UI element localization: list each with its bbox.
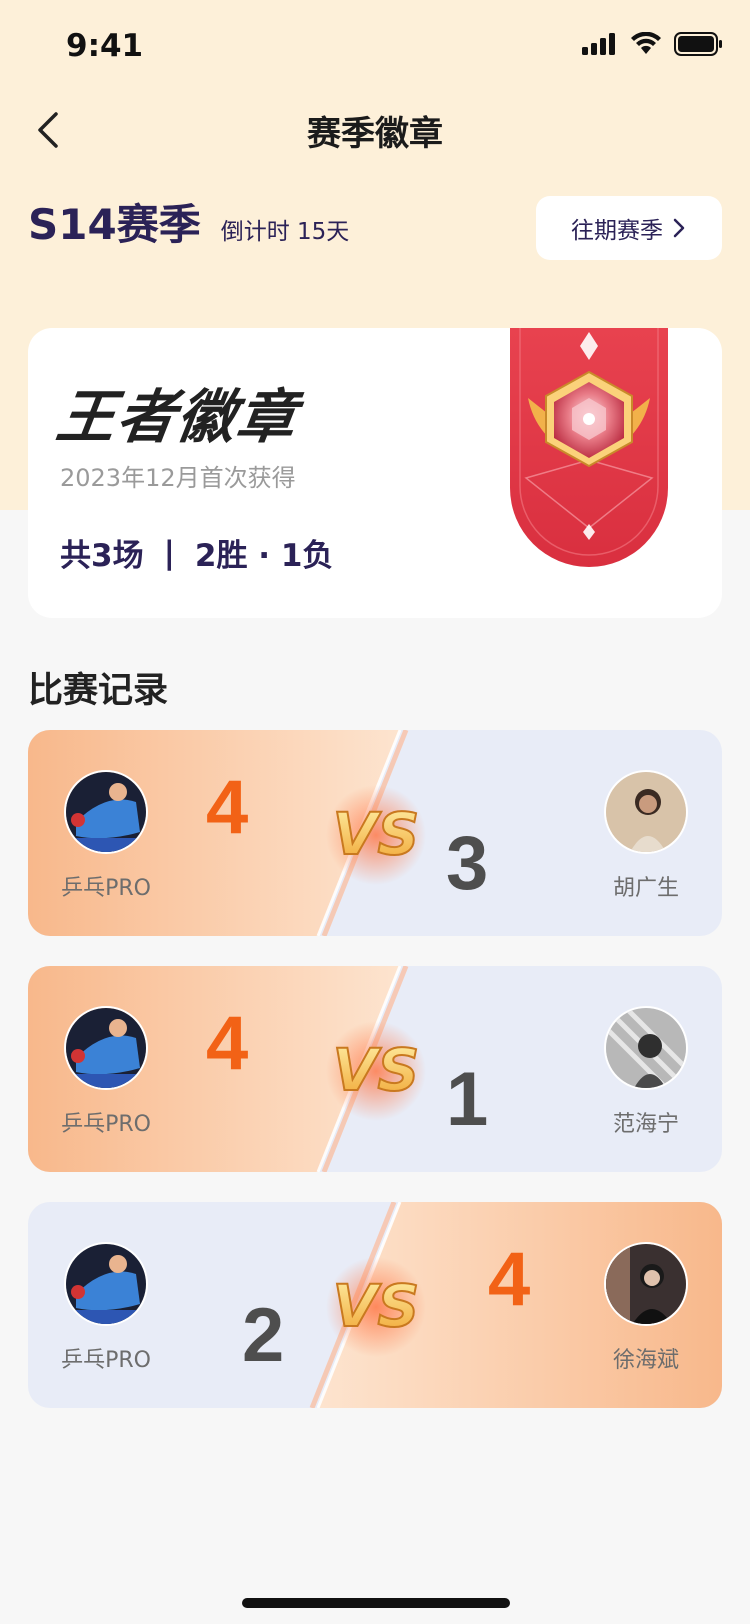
badge-separator: | bbox=[163, 534, 175, 571]
player-avatar[interactable] bbox=[64, 770, 148, 854]
signal-icon bbox=[582, 33, 615, 55]
opponent-name: 胡广生 bbox=[612, 876, 679, 901]
past-seasons-button[interactable]: 往期赛季 bbox=[536, 196, 722, 260]
opponent-avatar[interactable] bbox=[604, 1006, 688, 1090]
match-card[interactable]: 乒乓PRO 4 VS 3 胡广生 bbox=[28, 730, 722, 936]
vs-icon: VS bbox=[316, 780, 436, 894]
svg-text:VS: VS bbox=[333, 1272, 420, 1340]
status-icons bbox=[582, 32, 722, 56]
badge-record: 2胜 · 1负 bbox=[194, 538, 334, 574]
battery-icon bbox=[674, 32, 722, 56]
status-time: 9:41 bbox=[66, 28, 144, 64]
past-seasons-label: 往期赛季 bbox=[571, 218, 663, 244]
player-name: 乒乓PRO bbox=[61, 876, 151, 901]
opponent-name: 徐海斌 bbox=[612, 1348, 679, 1373]
player-score: 4 bbox=[206, 1001, 249, 1086]
season-info: S14赛季 倒计时 15天 bbox=[28, 200, 349, 250]
player-name: 乒乓PRO bbox=[61, 1348, 151, 1373]
player-score: 4 bbox=[206, 765, 249, 850]
player-score: 2 bbox=[242, 1293, 285, 1378]
home-indicator bbox=[242, 1598, 510, 1608]
opponent-score: 1 bbox=[446, 1057, 489, 1142]
badge-date: 2023年12月首次获得 bbox=[60, 464, 296, 492]
opponent-score: 3 bbox=[446, 821, 489, 906]
badge-stats: 共3场 | 2胜 · 1负 bbox=[60, 530, 333, 575]
opponent-score: 4 bbox=[488, 1237, 531, 1322]
king-badge-icon bbox=[510, 328, 668, 567]
season-name: S14赛季 bbox=[28, 200, 201, 249]
opponent-name: 范海宁 bbox=[612, 1112, 679, 1137]
vs-icon: VS bbox=[316, 1252, 436, 1366]
match-card[interactable]: 乒乓PRO 2 VS 4 徐海斌 bbox=[28, 1202, 722, 1408]
opponent-avatar[interactable] bbox=[604, 770, 688, 854]
badge-title: 王者徽章 bbox=[52, 383, 303, 451]
badge-card: 王者徽章 2023年12月首次获得 共3场 | 2胜 · 1负 bbox=[28, 328, 722, 618]
section-title: 比赛记录 bbox=[28, 671, 169, 711]
status-bar: 9:41 bbox=[0, 0, 750, 92]
svg-text:VS: VS bbox=[333, 800, 420, 868]
player-avatar[interactable] bbox=[64, 1242, 148, 1326]
badge-total: 共3场 bbox=[60, 538, 144, 574]
page-title: 赛季徽章 bbox=[307, 114, 443, 154]
vs-icon: VS bbox=[316, 1016, 436, 1130]
player-name: 乒乓PRO bbox=[61, 1112, 151, 1137]
svg-text:VS: VS bbox=[333, 1036, 420, 1104]
match-card[interactable]: 乒乓PRO 4 VS 1 范海宁 bbox=[28, 966, 722, 1172]
player-avatar[interactable] bbox=[64, 1006, 148, 1090]
season-countdown: 倒计时 15天 bbox=[220, 219, 350, 245]
wifi-icon bbox=[631, 32, 661, 54]
chevron-right-icon bbox=[673, 218, 685, 238]
opponent-avatar[interactable] bbox=[604, 1242, 688, 1326]
